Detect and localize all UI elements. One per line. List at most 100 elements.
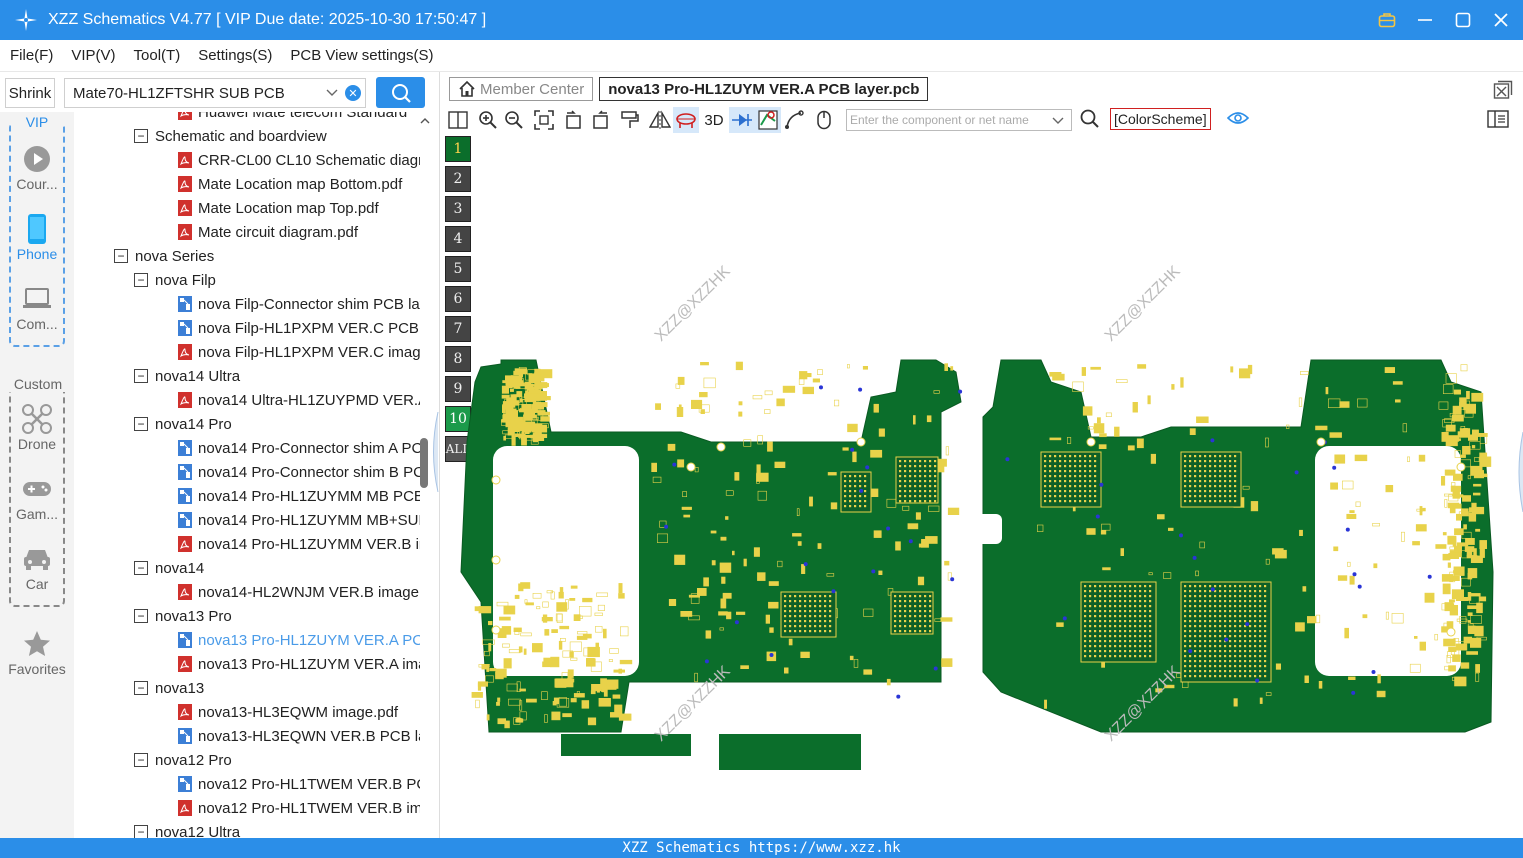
tree-folder[interactable]: − nova13 <box>134 676 204 700</box>
sidebar-item-games[interactable]: Gam... <box>0 472 74 522</box>
layer-button-3[interactable]: 3 <box>445 196 471 222</box>
tree-folder[interactable]: − Schematic and boardview <box>134 124 327 148</box>
split-view-icon[interactable] <box>445 107 471 133</box>
pcb-component <box>703 377 716 389</box>
paint-format-icon[interactable] <box>617 107 643 133</box>
tree-file[interactable]: nova14 Pro-HL1ZUYMM VER.B ima <box>178 532 420 556</box>
close-button[interactable] <box>1489 8 1513 32</box>
tree-folder[interactable]: − nova Filp <box>134 268 216 292</box>
zoom-in-icon[interactable] <box>475 107 501 133</box>
pcb-canvas[interactable]: XZZ@XZZHK XZZ@XZZHKXZZ@XZZHK XZZ@XZZHK <box>441 242 1521 842</box>
tree-folder[interactable]: − nova12 Pro <box>134 748 232 772</box>
mouse-icon[interactable] <box>811 107 837 133</box>
search-combo[interactable]: Mate70-HL1ZFTSHR SUB PCB ✕ <box>64 78 366 108</box>
tree-folder[interactable]: − nova14 <box>134 556 204 580</box>
sidebar-item-car[interactable]: Car <box>0 542 74 592</box>
menu-pcb-view-settings[interactable]: PCB View settings(S) <box>280 47 441 64</box>
sidebar-item-courses[interactable]: Cour... <box>0 142 74 192</box>
tree-file[interactable]: nova13 Pro-HL1ZUYM VER.A PCB l <box>178 628 420 652</box>
tree-file[interactable]: nova12 Pro-HL1TWEM VER.B PCB l <box>178 772 420 796</box>
collapse-icon[interactable]: − <box>134 753 148 767</box>
collapse-right-icon[interactable] <box>1515 431 1523 515</box>
tree-file[interactable]: nova Filp-Connector shim PCB laye <box>178 292 420 316</box>
collapse-icon[interactable]: − <box>134 369 148 383</box>
tree-file[interactable]: nova12 Pro-HL1TWEM VER.B imag <box>178 796 420 820</box>
tree-file[interactable]: nova14 Ultra-HL1ZUYPMD VER.A i <box>178 388 420 412</box>
sidebar-item-computer[interactable]: Com... <box>0 282 74 332</box>
sidebar-item-favorites[interactable]: Favorites <box>0 627 74 677</box>
tab-pcb-file[interactable]: nova13 Pro-HL1ZUYM VER.A PCB layer.pcb <box>599 77 929 101</box>
color-scheme-button[interactable]: [ColorScheme] <box>1110 108 1211 130</box>
tree-file[interactable]: nova Filp-HL1PXPM VER.C PCB lay <box>178 316 420 340</box>
eye-icon[interactable] <box>1226 110 1250 129</box>
pcb-via <box>858 387 863 392</box>
collapse-icon[interactable]: − <box>134 825 148 838</box>
maximize-button[interactable] <box>1451 8 1475 32</box>
component-search-input[interactable]: Enter the component or net name <box>846 109 1072 131</box>
pcb-component <box>532 433 545 441</box>
pcb-bga-ball <box>1249 650 1252 653</box>
collapse-icon[interactable]: − <box>134 681 148 695</box>
tree-file[interactable]: CRR-CL00 CL10 Schematic diagr <box>178 148 420 172</box>
menu-settings[interactable]: Settings(S) <box>188 47 280 64</box>
layer-button-1[interactable]: 1 <box>445 136 471 162</box>
fit-view-icon[interactable] <box>531 107 557 133</box>
collapse-icon[interactable]: − <box>134 609 148 623</box>
clear-icon[interactable]: ✕ <box>345 85 361 101</box>
tree-file[interactable]: nova14 Pro-HL1ZUYMM MB+SUB <box>178 508 420 532</box>
view-3d-button[interactable]: 3D <box>699 107 729 133</box>
tree-folder[interactable]: − nova14 Pro <box>134 412 232 436</box>
tree-folder[interactable]: − nova Series <box>114 244 214 268</box>
pcb-bga-ball <box>1204 605 1207 608</box>
menu-file[interactable]: File(F) <box>0 47 61 64</box>
collapse-icon[interactable]: − <box>134 417 148 431</box>
panel-layout-icon[interactable] <box>1487 110 1509 131</box>
tree-file[interactable]: nova14 Pro-Connector shim A PCB <box>178 436 420 460</box>
tree-file[interactable]: Huawei Mate telecom Standard <box>178 112 407 124</box>
rotate-left-icon[interactable] <box>561 107 587 133</box>
tree-file[interactable]: Mate circuit diagram.pdf <box>178 220 358 244</box>
layer-button-2[interactable]: 2 <box>445 166 471 192</box>
briefcase-icon[interactable] <box>1375 8 1399 32</box>
measure-icon[interactable] <box>781 107 807 133</box>
tab-member-center[interactable]: Member Center <box>449 77 594 101</box>
mirror-icon[interactable] <box>647 107 673 133</box>
tree-folder[interactable]: − nova12 Ultra <box>134 820 240 838</box>
collapse-icon[interactable]: − <box>134 273 148 287</box>
tree-file[interactable]: nova14 Pro-Connector shim B PCB <box>178 460 420 484</box>
tree-folder[interactable]: − nova13 Pro <box>134 604 232 628</box>
pcb-bga-ball <box>1109 625 1112 628</box>
tree-file[interactable]: Mate Location map Bottom.pdf <box>178 172 402 196</box>
tree-file[interactable]: nova14-HL2WNJM VER.B image.pc <box>178 580 420 604</box>
tree-file[interactable]: nova13-HL3EQWM image.pdf <box>178 700 398 724</box>
board-overlay-icon[interactable] <box>755 107 781 133</box>
flip-board-icon[interactable] <box>673 107 699 133</box>
shrink-button[interactable]: Shrink <box>5 78 55 108</box>
sidebar-item-drone[interactable]: Drone <box>0 402 74 452</box>
collapse-icon[interactable]: − <box>114 249 128 263</box>
minimize-button[interactable] <box>1413 8 1437 32</box>
close-tab-icon[interactable] <box>1493 80 1513 103</box>
tree-file[interactable]: nova14 Pro-HL1ZUYMM MB PCB l <box>178 484 420 508</box>
zoom-out-icon[interactable] <box>501 107 527 133</box>
net-highlight-icon[interactable] <box>729 107 755 133</box>
tree-file[interactable]: Mate Location map Top.pdf <box>178 196 379 220</box>
menu-vip[interactable]: VIP(V) <box>61 47 123 64</box>
collapse-icon[interactable]: − <box>134 561 148 575</box>
search-button[interactable] <box>376 77 425 108</box>
sidebar-item-phone[interactable]: Phone <box>0 212 74 262</box>
scroll-thumb[interactable] <box>420 438 428 488</box>
pcb-bga-ball <box>1204 590 1207 593</box>
collapse-icon[interactable]: − <box>134 129 148 143</box>
tree-file[interactable]: nova13-HL3EQWN VER.B PCB layer <box>178 724 420 748</box>
tree-folder[interactable]: − nova14 Ultra <box>134 364 240 388</box>
rotate-right-icon[interactable] <box>587 107 613 133</box>
menu-tool[interactable]: Tool(T) <box>124 47 189 64</box>
tree-file[interactable]: nova13 Pro-HL1ZUYM VER.A imag <box>178 652 420 676</box>
tree-file[interactable]: nova Filp-HL1PXPM VER.C image.p <box>178 340 420 364</box>
pcb-component <box>705 630 712 639</box>
chevron-down-icon[interactable] <box>325 85 339 103</box>
collapse-left-icon[interactable] <box>429 411 439 495</box>
component-search-icon[interactable] <box>1080 109 1100 132</box>
pcb-bga-ball <box>1184 610 1187 613</box>
